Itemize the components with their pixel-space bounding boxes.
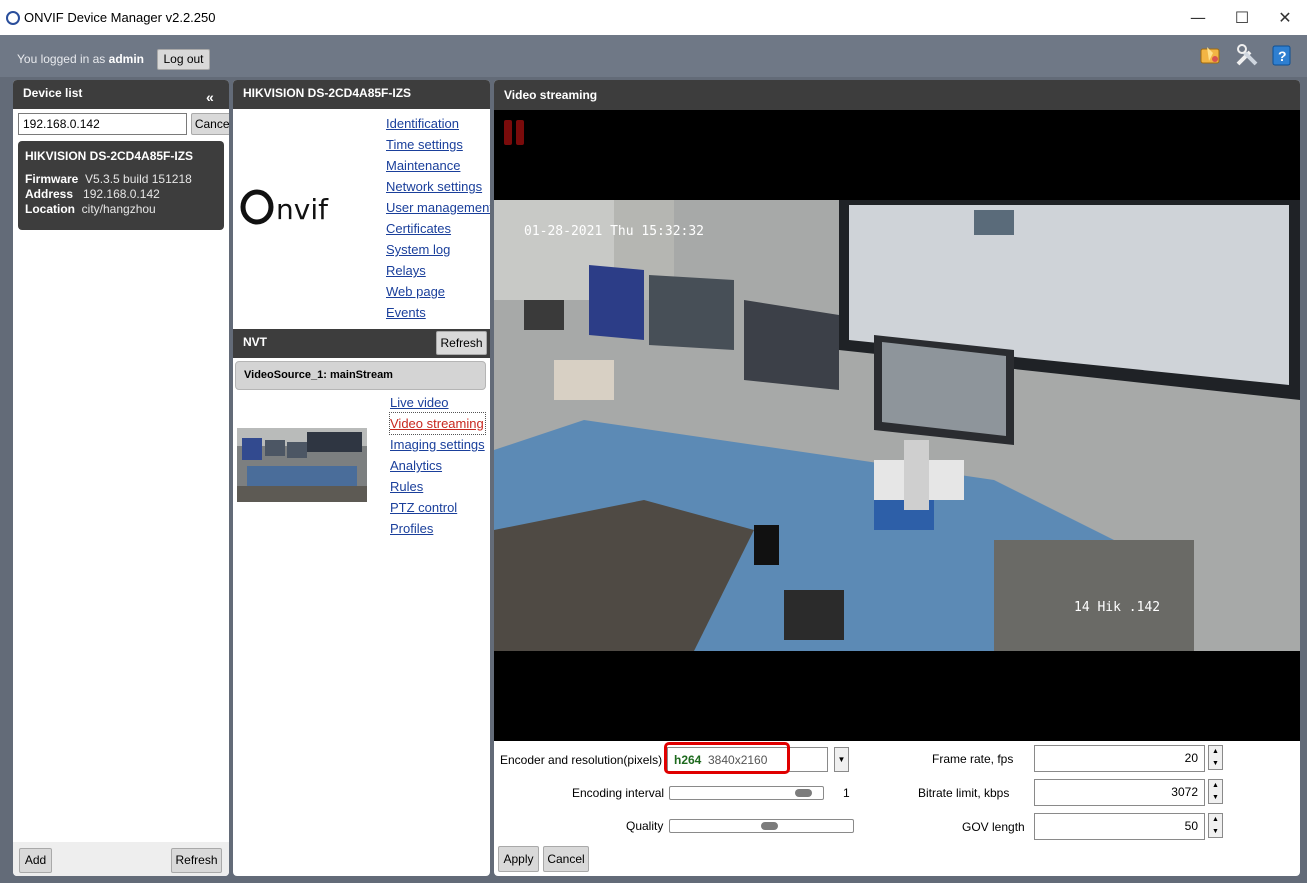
link-rules[interactable]: Rules [390, 476, 485, 497]
minimize-button[interactable]: — [1183, 7, 1213, 29]
pause-icon-bar[interactable] [516, 120, 524, 145]
camera-frame: 01-28-2021 Thu 15:32:32 14 Hik .142 [494, 200, 1300, 651]
device-list-panel: Device list « 192.168.0.142 Cancel HIKVI… [13, 80, 229, 876]
link-analytics[interactable]: Analytics [390, 455, 485, 476]
onvif-logo: nvif [240, 187, 365, 230]
chevron-down-icon[interactable]: ▼ [834, 747, 849, 772]
login-prefix: You logged in as [17, 52, 106, 66]
device-list-item[interactable]: HIKVISION DS-2CD4A85F-IZS Firmware V5.3.… [18, 141, 224, 230]
quality-label: Quality [626, 819, 664, 833]
osd-camera-name: 14 Hik .142 [1074, 600, 1161, 615]
encoding-interval-thumb[interactable] [795, 789, 812, 797]
nvt-header: NVT Refresh [233, 329, 490, 358]
svg-text:?: ? [1278, 48, 1287, 64]
help-icon[interactable]: ? [1270, 43, 1294, 67]
device-address-row: Address 192.168.0.142 [25, 187, 160, 201]
refresh-devices-button[interactable]: Refresh [171, 848, 222, 873]
device-firmware-row: Firmware V5.3.5 build 151218 [25, 172, 192, 186]
link-ptz-control[interactable]: PTZ control [390, 497, 485, 518]
bitrate-label: Bitrate limit, kbps [918, 786, 1010, 800]
quality-slider[interactable] [669, 819, 854, 833]
frame-rate-input[interactable]: 20 [1034, 745, 1205, 772]
window-title: ONVIF Device Manager v2.2.250 [24, 10, 216, 25]
device-list-title: Device list [23, 86, 83, 100]
video-streaming-panel: Video streaming 01-28-2021 Thu 15:32:32 … [494, 80, 1300, 876]
link-video-streaming[interactable]: Video streaming [389, 412, 486, 435]
nvt-title: NVT [243, 335, 267, 349]
login-status: You logged in as admin [17, 52, 144, 66]
svg-text:nvif: nvif [276, 193, 329, 226]
encoder-label: Encoder and resolution(pixels) [500, 753, 663, 767]
device-location: city/hangzhou [81, 202, 156, 216]
cancel-button[interactable]: Cancel [543, 846, 589, 872]
link-identification[interactable]: Identification [386, 113, 490, 134]
osd-datetime: 01-28-2021 Thu 15:32:32 [524, 224, 705, 239]
video-thumbnail[interactable] [237, 428, 367, 502]
link-live-video[interactable]: Live video [390, 392, 485, 413]
device-location-row: Location city/hangzhou [25, 202, 156, 216]
gov-length-stepper[interactable]: ▲ ▼ [1208, 813, 1223, 838]
link-time-settings[interactable]: Time settings [386, 134, 490, 155]
debug-icon[interactable] [1199, 43, 1223, 67]
device-name: HIKVISION DS-2CD4A85F-IZS [25, 149, 194, 163]
link-system-log[interactable]: System log [386, 239, 490, 260]
link-relays[interactable]: Relays [386, 260, 490, 281]
maximize-button[interactable]: ☐ [1227, 7, 1257, 29]
device-list-header: Device list « [13, 80, 229, 109]
encoding-interval-label: Encoding interval [572, 786, 665, 800]
nvt-refresh-button[interactable]: Refresh [436, 331, 487, 355]
apply-button[interactable]: Apply [498, 846, 539, 872]
link-user-management[interactable]: User management [386, 197, 490, 218]
video-viewport[interactable]: 01-28-2021 Thu 15:32:32 14 Hik .142 [494, 110, 1300, 741]
quality-thumb[interactable] [761, 822, 778, 830]
source-links: Live video Video streaming Imaging setti… [389, 392, 486, 539]
device-search-input[interactable]: 192.168.0.142 [18, 113, 187, 135]
search-cancel-button[interactable]: Cancel [191, 113, 229, 135]
gov-length-input[interactable]: 50 [1034, 813, 1205, 840]
device-panel: HIKVISION DS-2CD4A85F-IZS nvif Identific… [233, 80, 490, 876]
bitrate-stepper[interactable]: ▲ ▼ [1208, 779, 1223, 804]
frame-rate-stepper[interactable]: ▲ ▼ [1208, 745, 1223, 770]
link-web-page[interactable]: Web page [386, 281, 490, 302]
link-imaging-settings[interactable]: Imaging settings [390, 434, 485, 455]
onvif-app-icon [6, 11, 20, 25]
frame-rate-label: Frame rate, fps [932, 752, 1014, 766]
login-user: admin [108, 52, 144, 66]
tools-icon[interactable] [1235, 43, 1259, 67]
link-network-settings[interactable]: Network settings [386, 176, 490, 197]
encoding-interval-value: 1 [843, 786, 850, 800]
device-list-footer: Add Refresh [13, 842, 229, 876]
encoder-highlight-box [664, 742, 790, 774]
logout-button[interactable]: Log out [157, 49, 210, 70]
device-firmware: V5.3.5 build 151218 [85, 172, 192, 186]
close-button[interactable]: ✕ [1270, 7, 1300, 29]
device-links: Identification Time settings Maintenance… [386, 113, 490, 323]
collapse-icon[interactable]: « [206, 84, 214, 111]
bitrate-input[interactable]: 3072 [1034, 779, 1205, 806]
title-bar: ONVIF Device Manager v2.2.250 — ☐ ✕ [0, 0, 1307, 35]
add-device-button[interactable]: Add [19, 848, 52, 873]
link-maintenance[interactable]: Maintenance [386, 155, 490, 176]
link-profiles[interactable]: Profiles [390, 518, 485, 539]
link-events[interactable]: Events [386, 302, 490, 323]
device-panel-title: HIKVISION DS-2CD4A85F-IZS [233, 80, 490, 109]
gov-length-label: GOV length [962, 820, 1025, 834]
pause-icon[interactable] [504, 120, 512, 145]
video-source-item[interactable]: VideoSource_1: mainStream [235, 361, 486, 390]
video-panel-title: Video streaming [494, 80, 1300, 110]
encoding-interval-slider[interactable] [669, 786, 824, 800]
device-address: 192.168.0.142 [83, 187, 160, 201]
link-certificates[interactable]: Certificates [386, 218, 490, 239]
session-bar: You logged in as admin Log out [0, 35, 1307, 77]
